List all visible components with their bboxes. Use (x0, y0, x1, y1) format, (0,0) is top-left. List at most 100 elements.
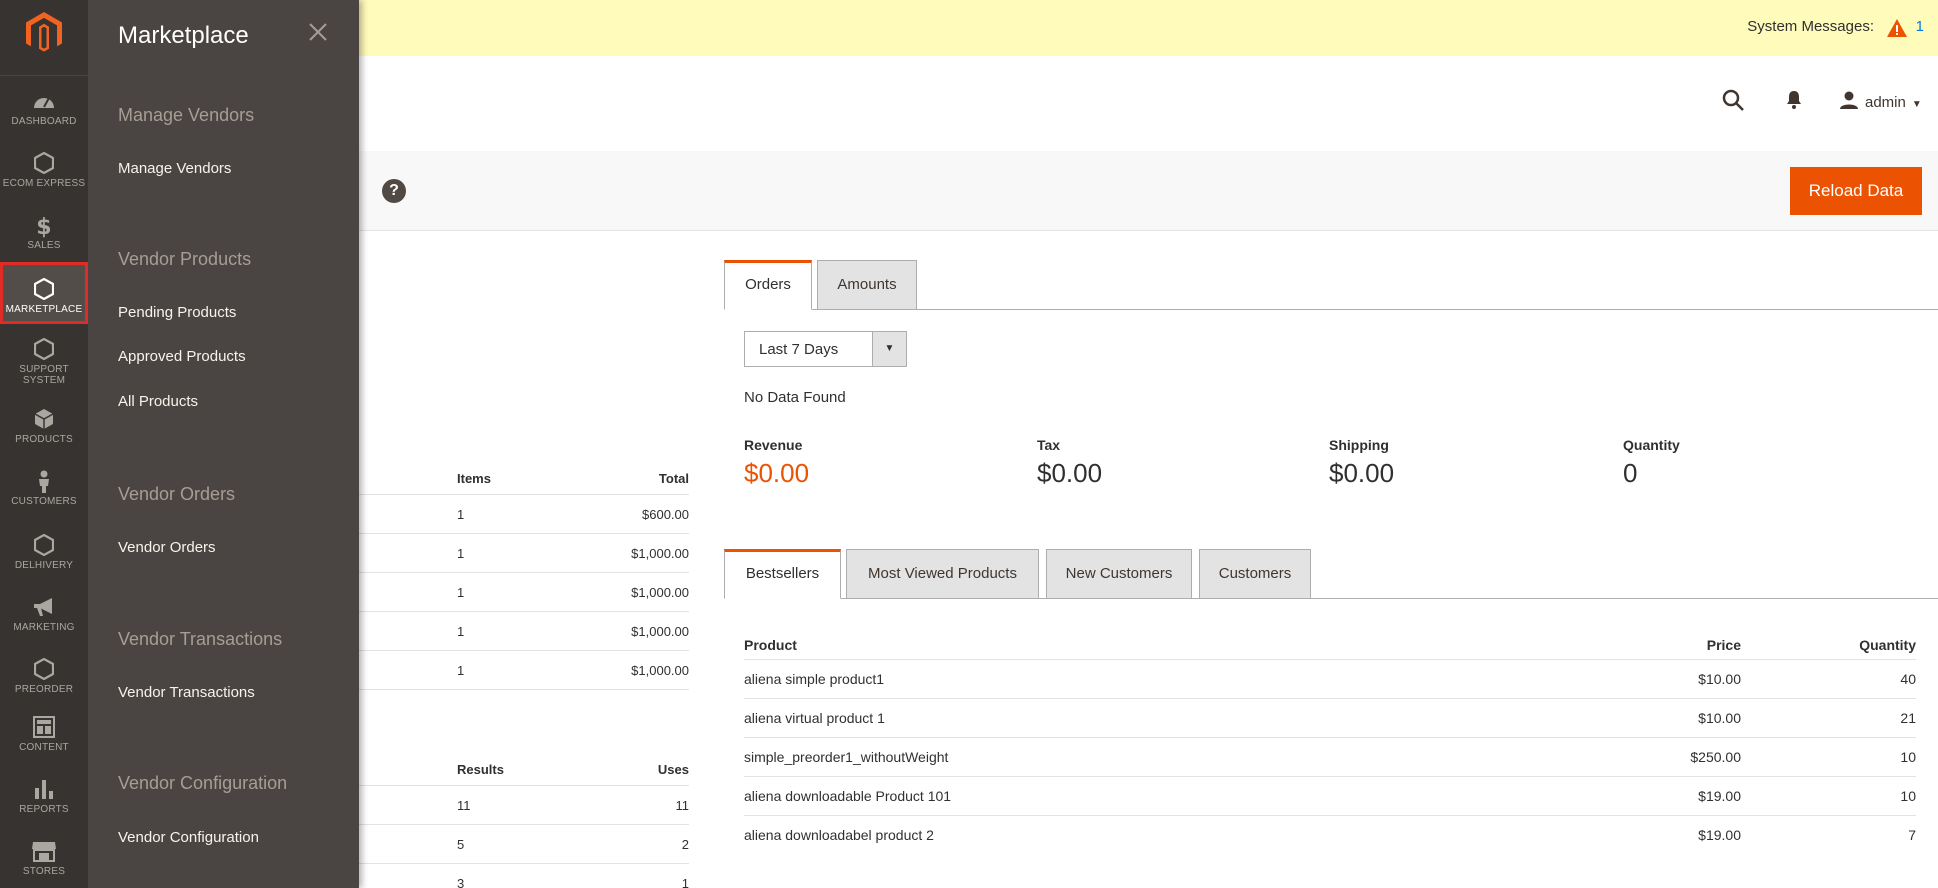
megaphone-icon (0, 596, 88, 620)
flyout-group-vendor-orders: Vendor Orders (118, 484, 236, 504)
close-icon[interactable] (306, 20, 330, 44)
table-row[interactable]: aliena downloadable Product 101 $19.00 1… (744, 777, 1916, 816)
table-row[interactable]: 31 (359, 864, 689, 888)
table-row[interactable]: 1 $600.00 (359, 495, 689, 534)
period-select[interactable]: Last 7 Days ▼ (744, 331, 907, 367)
flyout-link-approved-products[interactable]: Approved Products (118, 348, 246, 365)
tab-orders[interactable]: Orders (724, 260, 812, 310)
grid-tabs: Bestsellers Most Viewed Products New Cus… (724, 549, 1938, 599)
nav-customers[interactable]: CUSTOMERS (0, 470, 88, 507)
table-row[interactable]: aliena simple product1 $10.00 40 (744, 660, 1916, 699)
period-select-value: Last 7 Days (759, 341, 839, 358)
search-icon[interactable] (1721, 88, 1745, 115)
nav-stores[interactable]: STORES (0, 840, 88, 877)
system-messages-bar: System Messages: 1 (359, 0, 1938, 56)
col-total: Total (658, 471, 689, 486)
table-row[interactable]: 1 $1,000.00 (359, 573, 689, 612)
revenue-value: $0.00 (744, 458, 810, 488)
table-row[interactable]: 52 (359, 825, 689, 864)
warning-icon[interactable] (1886, 18, 1908, 41)
tax-label: Tax (1037, 437, 1061, 453)
tab-customers[interactable]: Customers (1199, 549, 1311, 599)
chevron-down-icon: ▼ (1911, 99, 1922, 110)
user-menu[interactable]: admin ▼ (1839, 90, 1922, 111)
flyout-group-manage-vendors: Manage Vendors (118, 105, 255, 125)
col-results: Results (457, 762, 504, 777)
store-icon (0, 840, 88, 864)
quantity-label: Quantity (1623, 437, 1680, 453)
bestsellers-header: Product Price Quantity (744, 630, 1916, 660)
reload-data-button[interactable]: Reload Data (1790, 167, 1922, 215)
table-row[interactable]: simple_preorder1_withoutWeight $250.00 1… (744, 738, 1916, 777)
hexagon-icon (0, 658, 88, 682)
system-messages-label: System Messages: (1747, 18, 1874, 35)
nav-marketing[interactable]: MARKETING (0, 596, 88, 633)
dollar-icon: $ (0, 214, 88, 238)
hexagon-icon (0, 152, 88, 176)
table-row[interactable]: 11 11 (359, 786, 689, 825)
layout-icon (0, 716, 88, 740)
help-icon[interactable]: ? (382, 179, 406, 203)
nav-support-system[interactable]: SUPPORT SYSTEM (0, 338, 88, 386)
flyout-link-pending-products[interactable]: Pending Products (118, 304, 236, 321)
quantity-value: 0 (1623, 458, 1638, 488)
system-messages-count[interactable]: 1 (1916, 18, 1924, 35)
nav-marketplace[interactable]: MARKETPLACE (0, 262, 88, 324)
col-items: Items (457, 471, 491, 486)
magento-logo-icon (26, 12, 62, 52)
table-row[interactable]: aliena virtual product 1 $10.00 21 (744, 699, 1916, 738)
no-data-message: No Data Found (744, 389, 846, 406)
nav-preorder[interactable]: PREORDER (0, 658, 88, 695)
revenue-label: Revenue (744, 437, 803, 453)
shipping-value: $0.00 (1329, 458, 1395, 488)
flyout-link-vendor-configuration[interactable]: Vendor Configuration (118, 829, 259, 846)
tab-bestsellers[interactable]: Bestsellers (724, 549, 841, 599)
flyout-link-vendor-transactions[interactable]: Vendor Transactions (118, 684, 255, 701)
flyout-group-vendor-configuration: Vendor Configuration (118, 773, 288, 793)
shipping-label: Shipping (1329, 437, 1389, 453)
flyout-group-vendor-products: Vendor Products (118, 249, 252, 269)
table-row[interactable]: 1 $1,000.00 (359, 534, 689, 573)
nav-delhivery[interactable]: DELHIVERY (0, 534, 88, 571)
admin-nav: DASHBOARD ECOM EXPRESS $ SALES MARKETPLA… (0, 0, 88, 888)
marketplace-flyout: Marketplace Manage Vendors Manage Vendor… (88, 0, 359, 888)
magento-logo[interactable] (0, 0, 88, 76)
flyout-link-vendor-orders[interactable]: Vendor Orders (118, 539, 216, 556)
table-row[interactable]: 1 $1,000.00 (359, 612, 689, 651)
nav-reports[interactable]: REPORTS (0, 778, 88, 815)
col-quantity: Quantity (1859, 637, 1916, 653)
hexagon-icon (0, 534, 88, 558)
person-icon (0, 470, 88, 494)
table-row[interactable]: aliena downloadabel product 2 $19.00 7 (744, 816, 1916, 855)
nav-dashboard[interactable]: DASHBOARD (0, 90, 88, 127)
col-product: Product (744, 637, 797, 653)
page-header: admin ▼ (359, 56, 1938, 151)
tab-amounts[interactable]: Amounts (817, 260, 917, 310)
page-actions: ? Reload Data (359, 151, 1938, 231)
nav-content[interactable]: CONTENT (0, 716, 88, 753)
last-orders-header: Items Total (359, 463, 689, 495)
flyout-link-manage-vendors[interactable]: Manage Vendors (118, 160, 231, 177)
user-name: admin (1865, 94, 1906, 111)
bell-icon[interactable] (1785, 90, 1803, 113)
bar-chart-icon (0, 778, 88, 802)
tab-new-customers[interactable]: New Customers (1046, 549, 1192, 599)
nav-ecom-express[interactable]: ECOM EXPRESS (0, 152, 88, 189)
chart-tabs: Orders Amounts (724, 260, 1938, 310)
nav-sales[interactable]: $ SALES (0, 214, 88, 251)
user-icon (1840, 91, 1858, 109)
svg-text:$: $ (36, 215, 52, 238)
dashboard-icon (0, 90, 88, 114)
flyout-group-vendor-transactions: Vendor Transactions (118, 629, 283, 649)
hexagon-icon (0, 338, 88, 362)
box-icon (0, 408, 88, 432)
nav-products[interactable]: PRODUCTS (0, 408, 88, 445)
tab-most-viewed-products[interactable]: Most Viewed Products (846, 549, 1039, 599)
flyout-title: Marketplace (118, 22, 249, 49)
flyout-link-all-products[interactable]: All Products (118, 393, 198, 410)
col-uses: Uses (657, 762, 689, 777)
tax-value: $0.00 (1037, 458, 1103, 488)
hexagon-icon (3, 278, 85, 302)
chevron-down-icon: ▼ (872, 332, 906, 366)
table-row[interactable]: 1 $1,000.00 (359, 651, 689, 690)
